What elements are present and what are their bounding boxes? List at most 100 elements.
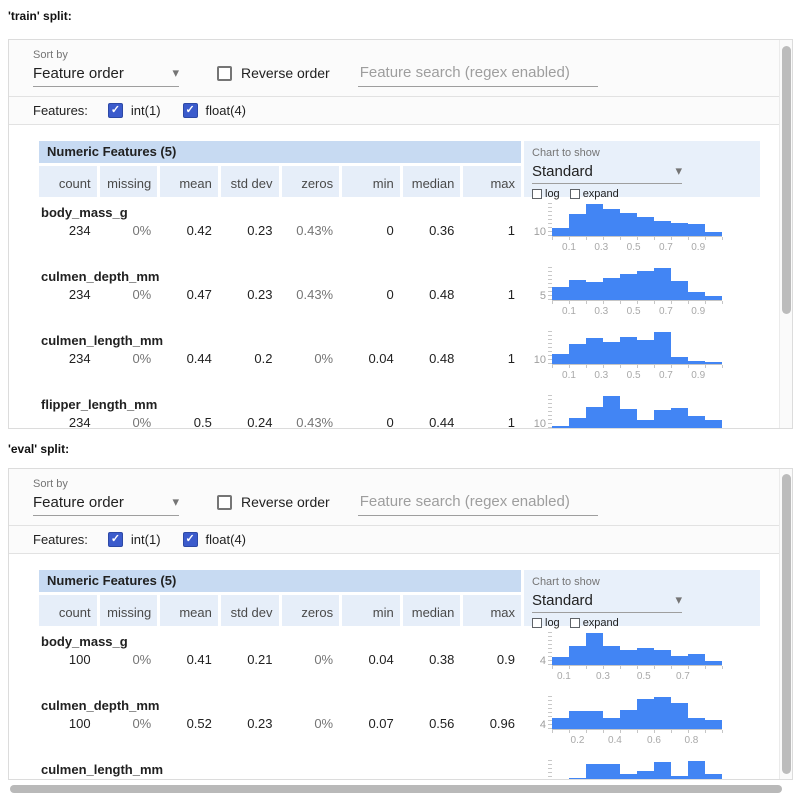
reverse-order-checkbox[interactable]: Reverse order [217, 494, 330, 510]
histogram-bar [603, 396, 620, 428]
int-filter-checkbox[interactable]: int(1) [108, 103, 161, 118]
value-cell: 0% [100, 351, 158, 366]
chart-to-show-panel: Chart to show Standard log expand [524, 570, 760, 626]
histogram-bar [620, 274, 637, 300]
checkbox-unchecked-icon[interactable] [217, 66, 232, 81]
histogram-plot: 10 [552, 395, 722, 429]
histogram-bar [637, 271, 654, 300]
value-cell: 0.43% [282, 415, 340, 429]
vertical-scrollbar[interactable] [779, 40, 792, 428]
checkbox-unchecked-icon[interactable] [217, 495, 232, 510]
float-filter-checkbox[interactable]: float(4) [183, 532, 246, 547]
reverse-order-label: Reverse order [241, 494, 330, 510]
checkbox-checked-icon[interactable] [108, 532, 123, 547]
train-split-label: 'train' split: [0, 0, 796, 26]
charts-column: Chart to show Standard log expand 40.10.… [524, 570, 760, 780]
reverse-order-checkbox[interactable]: Reverse order [217, 65, 330, 81]
checkbox-unchecked-icon[interactable] [570, 618, 580, 628]
log-checkbox[interactable]: log [532, 188, 560, 200]
value-cell: 0% [100, 652, 158, 667]
expand-checkbox[interactable]: expand [570, 617, 619, 629]
x-tick-label: 0.3 [594, 242, 608, 253]
log-checkbox[interactable]: log [532, 617, 560, 629]
histogram-bar [603, 342, 620, 364]
feature-name: culmen_depth_mm [39, 698, 521, 715]
histogram-bar [671, 656, 688, 665]
value-cell: 100 [39, 716, 97, 731]
int-filter-label: int(1) [131, 103, 161, 118]
x-tick-label: 0.5 [627, 306, 641, 317]
value-cell: 0% [100, 716, 158, 731]
value-cell: 0.07 [342, 716, 400, 731]
table-row: culmen_depth_mm2340%0.470.230.43%00.481 [39, 261, 521, 325]
feature-values: 1000%0.410.210%0.040.380.9 [39, 652, 521, 667]
histogram-bar [603, 764, 620, 780]
float-filter-checkbox[interactable]: float(4) [183, 103, 246, 118]
chevron-down-icon [675, 591, 682, 609]
x-tick-label: 0.3 [594, 370, 608, 381]
histogram-bars [552, 760, 722, 780]
checkbox-checked-icon[interactable] [108, 103, 123, 118]
value-cell: 0% [282, 716, 340, 731]
int-filter-checkbox[interactable]: int(1) [108, 532, 161, 547]
histogram-bar [688, 761, 705, 780]
histogram-bar [569, 214, 586, 236]
feature-values: 2340%0.420.230.43%00.361 [39, 223, 521, 238]
y-axis-ticks-icon [548, 203, 552, 236]
table-row: culmen_depth_mm1000%0.520.230%0.070.560.… [39, 690, 521, 754]
int-filter-label: int(1) [131, 532, 161, 547]
histogram-bar [620, 774, 637, 780]
sort-by-dropdown[interactable]: Feature order [33, 64, 179, 87]
histogram-bar [637, 771, 654, 780]
scrollbar-thumb[interactable] [782, 46, 791, 314]
column-header-count: count [39, 166, 97, 197]
feature-search-input[interactable] [358, 64, 598, 87]
x-tick-label: 0.3 [594, 306, 608, 317]
y-axis-ticks-icon [548, 632, 552, 665]
value-cell: 0.2 [221, 351, 279, 366]
column-header-zeros: zeros [282, 595, 340, 626]
scrollbar-thumb[interactable] [782, 474, 791, 774]
table-row: body_mass_g2340%0.420.230.43%00.361 [39, 197, 521, 261]
value-cell: 1 [463, 287, 521, 302]
histogram-bar [688, 416, 705, 428]
x-tick-label: 0.5 [637, 671, 651, 682]
feature-name: flipper_length_mm [39, 397, 521, 414]
sort-by-dropdown[interactable]: Feature order [33, 493, 179, 516]
value-cell: 1 [463, 415, 521, 429]
value-cell: 0.04 [342, 351, 400, 366]
value-cell: 0.52 [160, 716, 218, 731]
x-tick-label: 0.9 [691, 306, 705, 317]
histogram-bar [569, 418, 586, 428]
column-header-std-dev: std dev [221, 595, 279, 626]
histogram-bar [603, 718, 620, 729]
histogram-bar [569, 280, 586, 300]
histogram-bar [569, 711, 586, 729]
checkbox-unchecked-icon[interactable] [532, 189, 542, 199]
checkbox-unchecked-icon[interactable] [532, 618, 542, 628]
vertical-scrollbar[interactable] [779, 469, 792, 779]
histogram-bar [688, 292, 705, 300]
scrollbar-thumb[interactable] [10, 785, 782, 793]
column-header-missing: missing [100, 595, 158, 626]
numeric-features-table: Numeric Features (5) countmissingmeanstd… [39, 570, 521, 780]
x-tick-label: 0.9 [691, 242, 705, 253]
histogram-bars [552, 632, 722, 665]
chart-type-dropdown[interactable]: Standard [532, 591, 682, 613]
histogram-bar [620, 650, 637, 665]
checkbox-checked-icon[interactable] [183, 103, 198, 118]
column-header-median: median [403, 166, 461, 197]
histogram-bar [586, 407, 603, 428]
x-tick-label: 0.3 [596, 671, 610, 682]
horizontal-scrollbar[interactable] [8, 785, 788, 794]
histogram-bar [688, 718, 705, 729]
histograms-list: 40.10.30.50.740.20.40.60.82 [524, 626, 760, 780]
checkbox-checked-icon[interactable] [183, 532, 198, 547]
expand-checkbox[interactable]: expand [570, 188, 619, 200]
value-cell: 1 [463, 223, 521, 238]
histogram-culmen_length_mm: 100.10.30.50.70.9 [524, 325, 760, 389]
value-cell: 0.44 [403, 415, 461, 429]
feature-search-input[interactable] [358, 493, 598, 516]
checkbox-unchecked-icon[interactable] [570, 189, 580, 199]
chart-type-dropdown[interactable]: Standard [532, 162, 682, 184]
